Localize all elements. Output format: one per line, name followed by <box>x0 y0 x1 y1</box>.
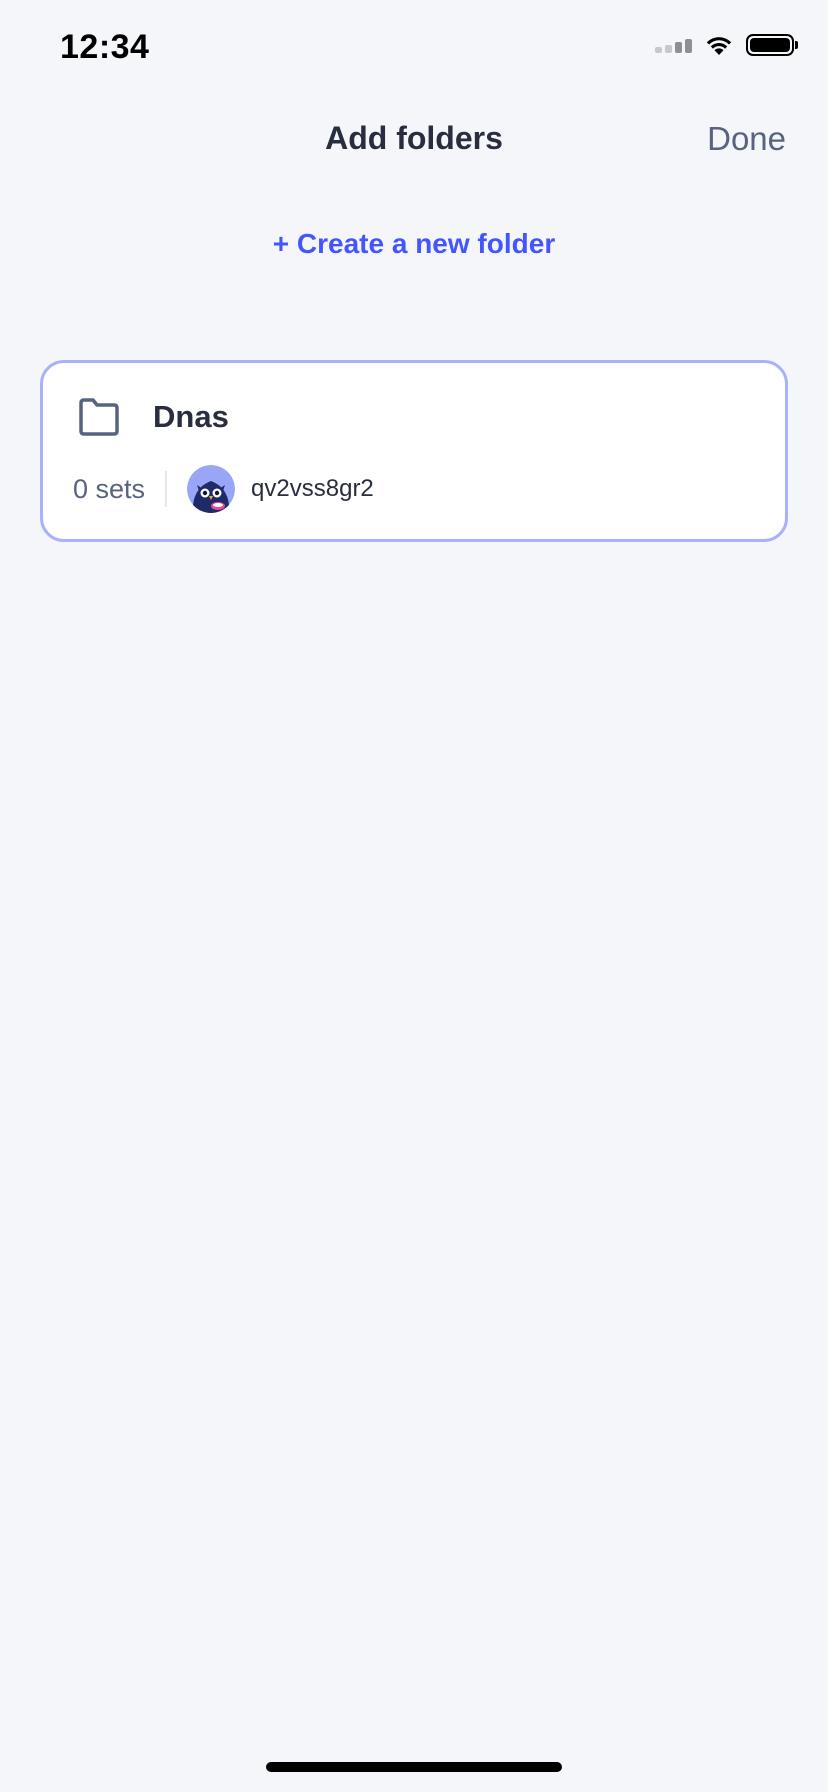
folder-card[interactable]: Dnas 0 sets qv2vss8gr2 <box>40 360 788 542</box>
status-bar: 12:34 <box>0 0 828 100</box>
wifi-icon <box>706 37 732 55</box>
folder-set-count: 0 sets <box>73 473 146 504</box>
folder-name: Dnas <box>153 399 229 434</box>
folder-owner-username[interactable]: qv2vss8gr2 <box>251 475 374 503</box>
done-button[interactable]: Done <box>707 120 786 158</box>
page-title: Add folders <box>325 120 503 156</box>
folder-icon <box>79 398 119 436</box>
cellular-signal-icon <box>655 37 692 53</box>
folder-meta: 0 sets qv2vss8gr2 <box>73 465 374 513</box>
battery-icon <box>746 34 798 56</box>
meta-divider <box>165 471 168 507</box>
navigation-bar: Add folders Done <box>0 110 828 170</box>
home-indicator <box>266 1762 562 1772</box>
status-icons <box>655 34 798 56</box>
owl-avatar <box>187 465 236 513</box>
create-new-folder-button[interactable]: + Create a new folder <box>0 228 828 260</box>
status-time: 12:34 <box>60 28 150 66</box>
